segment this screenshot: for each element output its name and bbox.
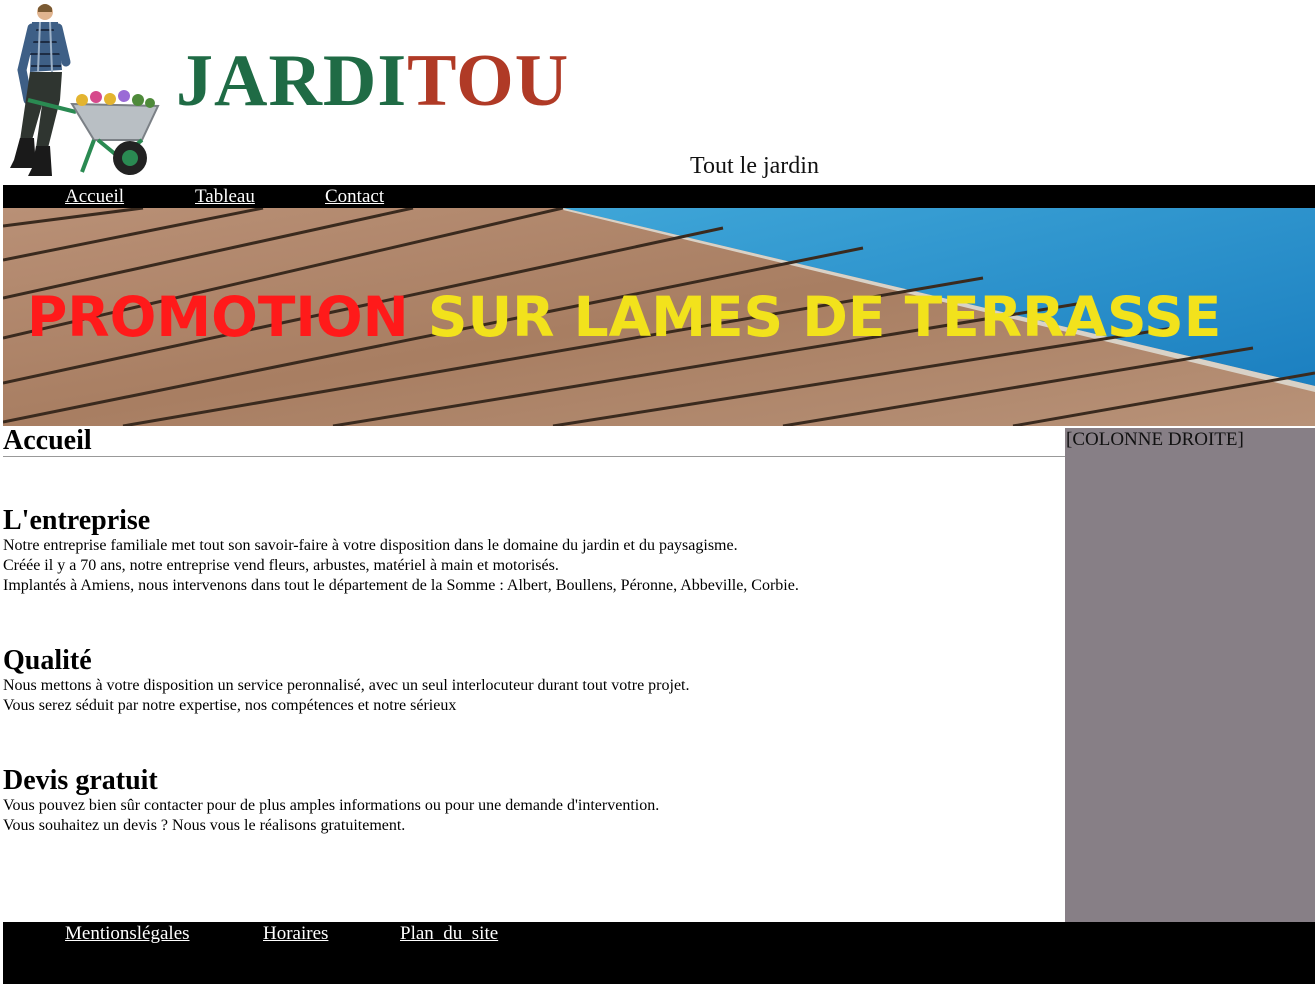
gardener-wheelbarrow-icon xyxy=(2,0,162,183)
banner-headline-red: PROMOTION xyxy=(27,285,409,349)
brand-logo-part2: TOU xyxy=(407,40,570,122)
promo-banner[interactable]: PROMOTION SUR LAMES DE TERRASSE xyxy=(3,208,1315,426)
section-text-line: Vous serez séduit par notre expertise, n… xyxy=(3,697,457,714)
section-text-line: Vous souhaitez un devis ? Nous vous le r… xyxy=(3,817,406,834)
banner-headline-yellow: SUR LAMES DE TERRASSE xyxy=(427,285,1222,349)
section-qualite: Qualité Nous mettons à votre disposition… xyxy=(3,646,690,716)
tagline: Tout le jardin xyxy=(690,153,819,179)
section-text-line: Nous mettons à votre disposition un serv… xyxy=(3,677,690,694)
section-text-line: Notre entreprise familiale met tout son … xyxy=(3,537,738,554)
footer-link-mentions-legales[interactable]: Mentionslégales xyxy=(65,922,190,946)
footer-link-horaires[interactable]: Horaires xyxy=(263,922,328,946)
site-footer: Mentionslégales Horaires Plan du site xyxy=(3,922,1315,984)
section-text-line: Vous pouvez bien sûr contacter pour de p… xyxy=(3,797,660,814)
banner-headline: PROMOTION SUR LAMES DE TERRASSE xyxy=(27,290,1221,345)
nav-link-tableau[interactable]: Tableau xyxy=(195,185,255,208)
main-nav: Accueil Tableau Contact xyxy=(3,185,1315,208)
section-entreprise: L'entreprise Notre entreprise familiale … xyxy=(3,506,799,596)
section-text-line: Créée il y a 70 ans, notre entreprise ve… xyxy=(3,557,559,574)
section-text-line: Implantés à Amiens, nous intervenons dan… xyxy=(3,577,799,594)
section-title: L'entreprise xyxy=(3,505,151,536)
right-column: [COLONNE DROITE] xyxy=(1065,428,1315,922)
section-title: Qualité xyxy=(3,645,92,676)
nav-link-contact[interactable]: Contact xyxy=(325,185,384,208)
right-column-label: [COLONNE DROITE] xyxy=(1066,429,1244,450)
main-content: Accueil L'entreprise Notre entreprise fa… xyxy=(3,426,1065,922)
page-title: Accueil xyxy=(3,425,92,456)
section-title: Devis gratuit xyxy=(3,765,158,796)
section-devis: Devis gratuit Vous pouvez bien sûr conta… xyxy=(3,766,659,836)
nav-link-accueil[interactable]: Accueil xyxy=(65,185,124,208)
title-divider xyxy=(3,456,1065,457)
brand-logo[interactable]: JARDITOU xyxy=(176,44,569,118)
site-header: JARDITOU Tout le jardin xyxy=(0,0,1315,185)
brand-logo-part1: JARDI xyxy=(176,40,408,122)
footer-link-plan-du-site[interactable]: Plan du site xyxy=(400,922,498,946)
